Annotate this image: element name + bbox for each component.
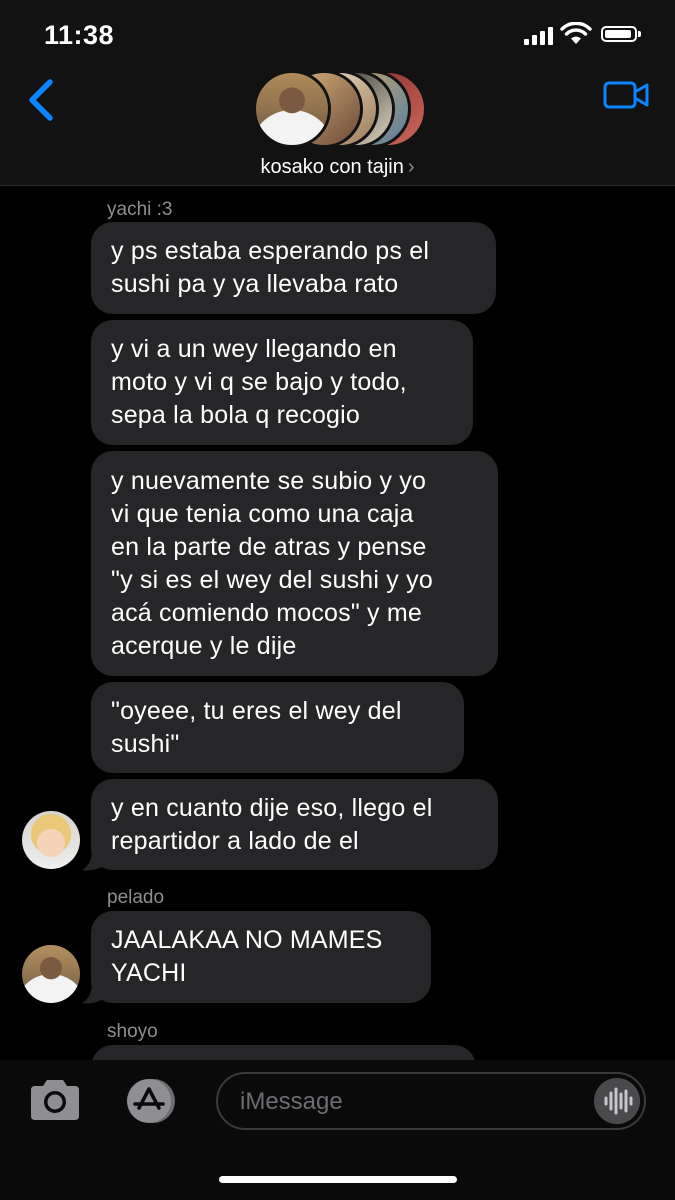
status-bar: 11:38 — [0, 0, 675, 70]
bubble-tail — [82, 850, 104, 871]
battery-icon — [601, 26, 641, 42]
camera-icon[interactable] — [27, 1078, 83, 1122]
message-bubble[interactable]: "oyeee, tu eres el wey del sushi" — [91, 682, 464, 773]
message-bubble[interactable]: y ps estaba esperando ps el sushi pa y y… — [91, 222, 496, 314]
message-bubble[interactable]: y vi a un wey llegando en moto y vi q se… — [91, 320, 473, 445]
group-name[interactable]: kosako con tajin › — [0, 156, 675, 179]
sender-name: yachi :3 — [107, 199, 173, 220]
group-name-label: kosako con tajin — [260, 156, 404, 178]
message-input-placeholder: iMessage — [240, 1088, 343, 1115]
message-input[interactable]: iMessage — [216, 1072, 646, 1130]
sender-name: shoyo — [107, 1021, 158, 1042]
status-time: 11:38 — [44, 20, 115, 50]
group-avatar-stack[interactable] — [253, 70, 427, 148]
wifi-icon — [560, 22, 592, 44]
audio-message-icon[interactable] — [594, 1078, 640, 1124]
video-call-icon[interactable] — [603, 80, 649, 110]
conversation-header: 11:38 kosako con tajin › — [0, 0, 675, 186]
back-chevron-icon[interactable] — [24, 78, 58, 122]
cellular-signal-icon — [524, 27, 554, 45]
group-avatar-main — [253, 70, 331, 148]
bubble-tail — [82, 983, 104, 1004]
message-bubble[interactable]: y en cuanto dije eso, llego el repartido… — [91, 779, 498, 870]
message-bubble[interactable]: JAALAKAA NO MAMES YACHI — [91, 911, 431, 1003]
yachi-avatar[interactable] — [22, 811, 80, 869]
chevron-right-icon: › — [407, 156, 415, 178]
message-bubble[interactable]: y nuevamente se subio y yo vi que tenia … — [91, 451, 498, 676]
home-indicator[interactable] — [219, 1176, 457, 1183]
app-store-icon[interactable] — [119, 1078, 181, 1124]
pelado-avatar[interactable] — [22, 945, 80, 1003]
sender-name: pelado — [107, 887, 165, 908]
